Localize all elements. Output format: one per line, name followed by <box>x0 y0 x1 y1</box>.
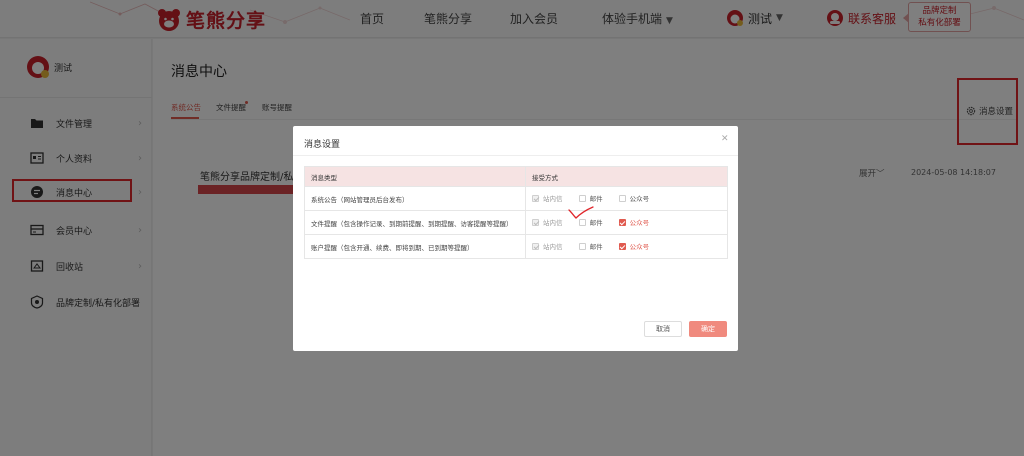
message-type-cell: 账户提醒（包含开通、续费、即将到期、已到期等提醒） <box>304 234 526 259</box>
checkbox[interactable] <box>578 242 586 250</box>
options-cell: 站内信 邮件 公众号 <box>525 186 728 211</box>
option-site-message: 站内信 <box>532 193 563 203</box>
annotation-checkmark-icon <box>568 206 594 219</box>
confirm-button[interactable]: 确定 <box>689 321 727 337</box>
message-settings-dialog: 消息设置 ✕ 消息类型 接受方式 系统公告（网站管理员后台发布） 站内信 邮件 … <box>293 126 738 351</box>
option-label: 公众号 <box>629 195 650 204</box>
header-receive-method: 接受方式 <box>525 166 728 187</box>
message-type-cell: 系统公告（网站管理员后台发布） <box>304 186 526 211</box>
option-label: 公众号 <box>629 219 650 228</box>
option-email[interactable]: 邮件 <box>578 193 603 204</box>
header-message-type: 消息类型 <box>304 166 526 187</box>
checkbox[interactable] <box>618 218 626 226</box>
divider <box>293 155 738 156</box>
option-wechat[interactable]: 公众号 <box>618 217 650 228</box>
option-label: 站内信 <box>543 195 563 204</box>
option-wechat[interactable]: 公众号 <box>618 241 650 252</box>
dialog-title: 消息设置 <box>304 140 341 150</box>
checkbox[interactable] <box>618 242 626 250</box>
option-wechat[interactable]: 公众号 <box>618 193 650 204</box>
options-cell: 站内信 邮件 公众号 <box>525 234 728 259</box>
table-row: 文件提醒（包含操作记录、到期前提醒、到期提醒、访客提醒等提醒） 站内信 邮件 公… <box>304 210 728 235</box>
table-header: 消息类型 接受方式 <box>304 166 728 187</box>
option-email[interactable]: 邮件 <box>578 241 603 252</box>
option-site-message: 站内信 <box>532 241 563 251</box>
table-row: 账户提醒（包含开通、续费、即将到期、已到期等提醒） 站内信 邮件 公众号 <box>304 234 728 259</box>
checkbox <box>532 242 539 250</box>
options-cell: 站内信 邮件 公众号 <box>525 210 728 235</box>
table-row: 系统公告（网站管理员后台发布） 站内信 邮件 公众号 <box>304 186 728 211</box>
option-label: 邮件 <box>589 243 603 252</box>
cancel-button[interactable]: 取消 <box>644 321 682 337</box>
option-label: 站内信 <box>543 243 563 252</box>
checkbox[interactable] <box>578 194 586 202</box>
settings-table: 消息类型 接受方式 系统公告（网站管理员后台发布） 站内信 邮件 公众号 文件提… <box>304 166 728 259</box>
option-label: 公众号 <box>629 243 650 252</box>
option-label: 站内信 <box>543 219 563 228</box>
option-label: 邮件 <box>589 195 603 204</box>
option-site-message: 站内信 <box>532 217 563 227</box>
checkbox <box>532 194 539 202</box>
message-type-cell: 文件提醒（包含操作记录、到期前提醒、到期提醒、访客提醒等提醒） <box>304 210 526 235</box>
close-icon[interactable]: ✕ <box>721 134 729 144</box>
checkbox[interactable] <box>618 194 626 202</box>
checkbox <box>532 218 539 226</box>
